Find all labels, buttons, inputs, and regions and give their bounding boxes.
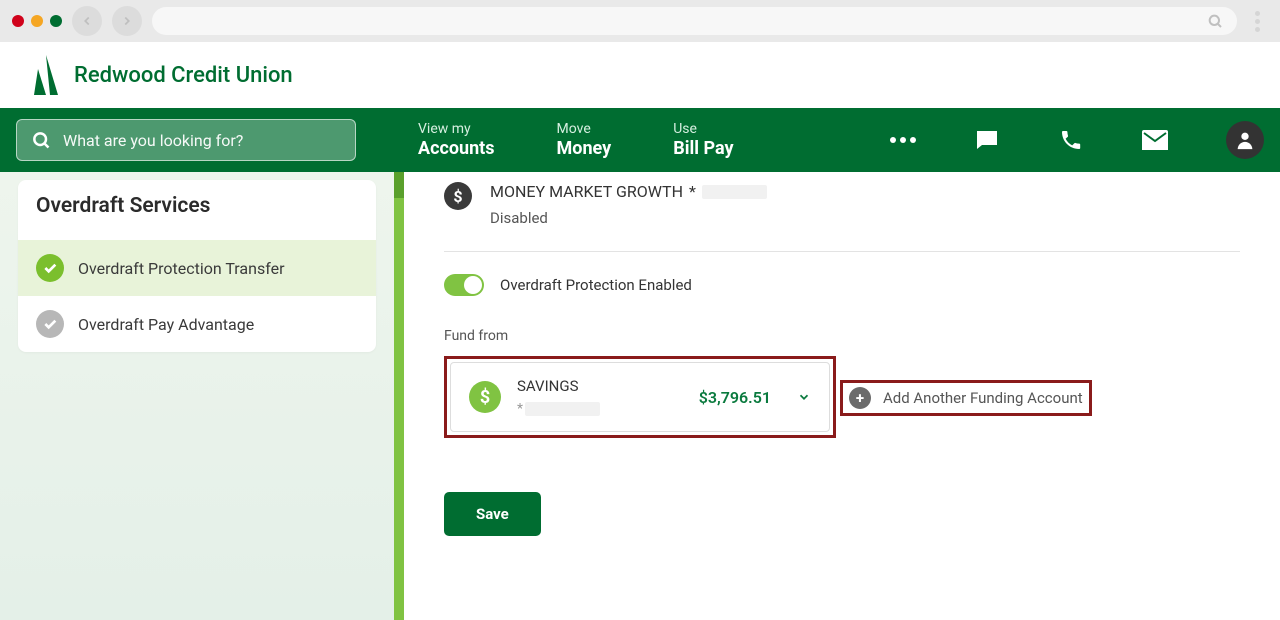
account-name: MONEY MARKET GROWTH bbox=[490, 182, 683, 201]
save-button[interactable]: Save bbox=[444, 492, 541, 536]
account-status: Disabled bbox=[490, 209, 767, 227]
maximize-window-button[interactable] bbox=[50, 15, 62, 27]
check-circle-icon bbox=[36, 254, 64, 282]
call-button[interactable] bbox=[1058, 127, 1084, 153]
funding-account-select[interactable]: $ SAVINGS * $3,796.51 bbox=[450, 362, 830, 432]
browser-menu-button[interactable] bbox=[1247, 11, 1268, 32]
sidebar-item-label: Overdraft Protection Transfer bbox=[78, 259, 284, 278]
address-bar[interactable] bbox=[152, 7, 1237, 35]
toggle-knob bbox=[464, 276, 482, 294]
nav-link-big: Bill Pay bbox=[673, 138, 733, 160]
minimize-window-button[interactable] bbox=[31, 15, 43, 27]
funding-account-balance: $3,796.51 bbox=[699, 388, 771, 407]
dollar-icon: $ bbox=[444, 182, 472, 210]
nav-link-small: View my bbox=[418, 121, 495, 138]
account-name-line: MONEY MARKET GROWTH * bbox=[490, 182, 767, 201]
overdraft-protection-toggle[interactable] bbox=[444, 274, 484, 296]
sidebar-column: Overdraft Services Overdraft Protection … bbox=[0, 172, 394, 620]
mask-prefix: * bbox=[517, 401, 523, 417]
chat-icon bbox=[975, 128, 999, 152]
dollar-icon: $ bbox=[469, 381, 501, 413]
nav-link-big: Money bbox=[557, 138, 612, 160]
overdraft-toggle-row: Overdraft Protection Enabled bbox=[444, 252, 1240, 310]
account-number-masked bbox=[702, 185, 767, 199]
phone-icon bbox=[1059, 128, 1083, 152]
mail-button[interactable] bbox=[1142, 127, 1168, 153]
window-controls bbox=[12, 15, 62, 27]
nav-link-big: Accounts bbox=[418, 138, 495, 160]
nav-link-small: Move bbox=[557, 121, 612, 138]
nav-link-move-money[interactable]: Move Money bbox=[557, 121, 612, 159]
sidebar-item-overdraft-pay-advantage[interactable]: Overdraft Pay Advantage bbox=[18, 296, 376, 352]
search-icon bbox=[31, 130, 51, 150]
funding-account-mask: * bbox=[517, 401, 600, 417]
nav-icon-group bbox=[890, 121, 1264, 159]
person-icon bbox=[1234, 129, 1256, 151]
toggle-label: Overdraft Protection Enabled bbox=[500, 276, 692, 294]
nav-link-small: Use bbox=[673, 121, 733, 138]
main-nav-bar: View my Accounts Move Money Use Bill Pay bbox=[0, 108, 1280, 172]
scroll-handle[interactable] bbox=[394, 172, 404, 198]
site-search-input[interactable] bbox=[63, 131, 341, 150]
logo-text: Redwood Credit Union bbox=[74, 63, 293, 88]
nav-links: View my Accounts Move Money Use Bill Pay bbox=[418, 121, 734, 159]
account-mask-prefix: * bbox=[689, 182, 696, 201]
back-button[interactable] bbox=[72, 6, 102, 36]
add-another-highlight: + Add Another Funding Account bbox=[840, 380, 1092, 416]
close-window-button[interactable] bbox=[12, 15, 24, 27]
mail-icon bbox=[1142, 130, 1168, 150]
chevron-left-icon bbox=[80, 14, 94, 28]
sidebar-card: Overdraft Services Overdraft Protection … bbox=[18, 180, 376, 352]
sidebar-item-label: Overdraft Pay Advantage bbox=[78, 315, 254, 334]
nav-link-accounts[interactable]: View my Accounts bbox=[418, 121, 495, 159]
account-row: $ MONEY MARKET GROWTH * Disabled bbox=[444, 172, 1240, 252]
site-header: Redwood Credit Union bbox=[0, 42, 1280, 108]
main-content: $ MONEY MARKET GROWTH * Disabled Overdra… bbox=[394, 172, 1280, 620]
messages-button[interactable] bbox=[974, 127, 1000, 153]
chevron-down-icon bbox=[797, 390, 811, 404]
more-icon bbox=[890, 137, 916, 143]
site-search[interactable] bbox=[16, 119, 356, 161]
funding-account-number-masked bbox=[525, 402, 600, 416]
more-menu-button[interactable] bbox=[890, 127, 916, 153]
sidebar-item-overdraft-protection-transfer[interactable]: Overdraft Protection Transfer bbox=[18, 240, 376, 296]
nav-link-bill-pay[interactable]: Use Bill Pay bbox=[673, 121, 733, 159]
logo-icon bbox=[34, 55, 64, 95]
chevron-right-icon bbox=[120, 14, 134, 28]
add-funding-account-label: Add Another Funding Account bbox=[883, 389, 1083, 407]
forward-button[interactable] bbox=[112, 6, 142, 36]
page-body: Overdraft Services Overdraft Protection … bbox=[0, 172, 1280, 620]
fund-card-highlight: $ SAVINGS * $3,796.51 bbox=[444, 356, 836, 438]
sidebar-title: Overdraft Services bbox=[18, 180, 376, 240]
fund-from-label: Fund from bbox=[444, 328, 1240, 344]
funding-account-name: SAVINGS bbox=[517, 377, 600, 395]
plus-icon: + bbox=[849, 387, 871, 409]
search-icon bbox=[1207, 13, 1223, 29]
check-circle-icon bbox=[36, 310, 64, 338]
profile-button[interactable] bbox=[1226, 121, 1264, 159]
add-funding-account-button[interactable]: + Add Another Funding Account bbox=[849, 387, 1083, 409]
browser-chrome bbox=[0, 0, 1280, 42]
